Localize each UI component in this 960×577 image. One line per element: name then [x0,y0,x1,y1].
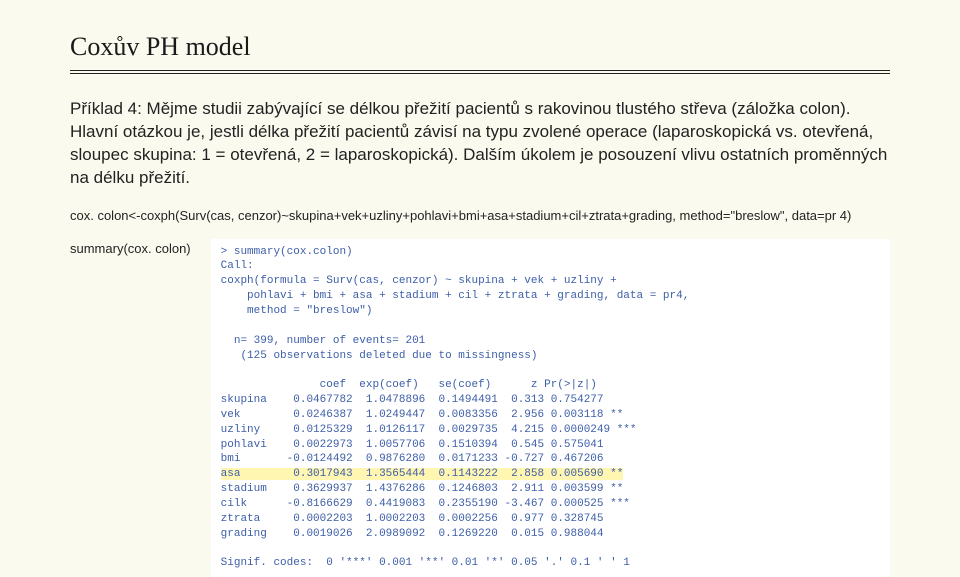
console-row: ztrata 0.0002203 1.0002203 0.0002256 0.9… [221,513,604,525]
console-row-highlight: asa 0.3017943 1.3565444 0.1143222 2.858 … [221,468,624,480]
console-line: (125 observations deleted due to missing… [221,350,538,362]
console-line: Call: [221,260,254,272]
slide-title: Coxův PH model [70,32,890,70]
console-line: method = "breslow") [221,305,373,317]
slide: Coxův PH model Příklad 4: Mějme studii z… [0,0,960,577]
example-paragraph: Příklad 4: Mějme studii zabývající se dé… [70,98,890,190]
console-row: stadium 0.3629937 1.4376286 0.1246803 2.… [221,483,624,495]
code-snippet: cox. colon<-coxph(Surv(cas, cenzor)~skup… [70,208,890,225]
console-row: uzliny 0.0125329 1.0126117 0.0029735 4.2… [221,424,637,436]
console-colhead: coef exp(coef) se(coef) z Pr(>|z|) [221,379,597,391]
console-line: coxph(formula = Surv(cas, cenzor) ~ skup… [221,275,617,287]
console-row: grading 0.0019026 2.0989092 0.1269220 0.… [221,528,604,540]
lower-row: summary(cox. colon) > summary(cox.colon)… [70,239,890,577]
console-row: skupina 0.0467782 1.0478896 0.1494491 0.… [221,394,604,406]
console-line: > summary(cox.colon) [221,246,353,258]
console-line: pohlavi + bmi + asa + stadium + cil + zt… [221,290,690,302]
console-row: cilk -0.8166629 0.4419083 0.2355190 -3.4… [221,498,630,510]
console-line: n= 399, number of events= 201 [221,335,426,347]
console-row: vek 0.0246387 1.0249447 0.0083356 2.956 … [221,409,624,421]
console-signif: Signif. codes: 0 '***' 0.001 '**' 0.01 '… [221,557,630,569]
summary-call: summary(cox. colon) [70,239,191,256]
console-row: bmi -0.0124492 0.9876280 0.0171233 -0.72… [221,453,604,465]
console-row: pohlavi 0.0022973 1.0057706 0.1510394 0.… [221,439,604,451]
r-console-output: > summary(cox.colon) Call: coxph(formula… [211,239,890,577]
title-underline [70,70,890,74]
